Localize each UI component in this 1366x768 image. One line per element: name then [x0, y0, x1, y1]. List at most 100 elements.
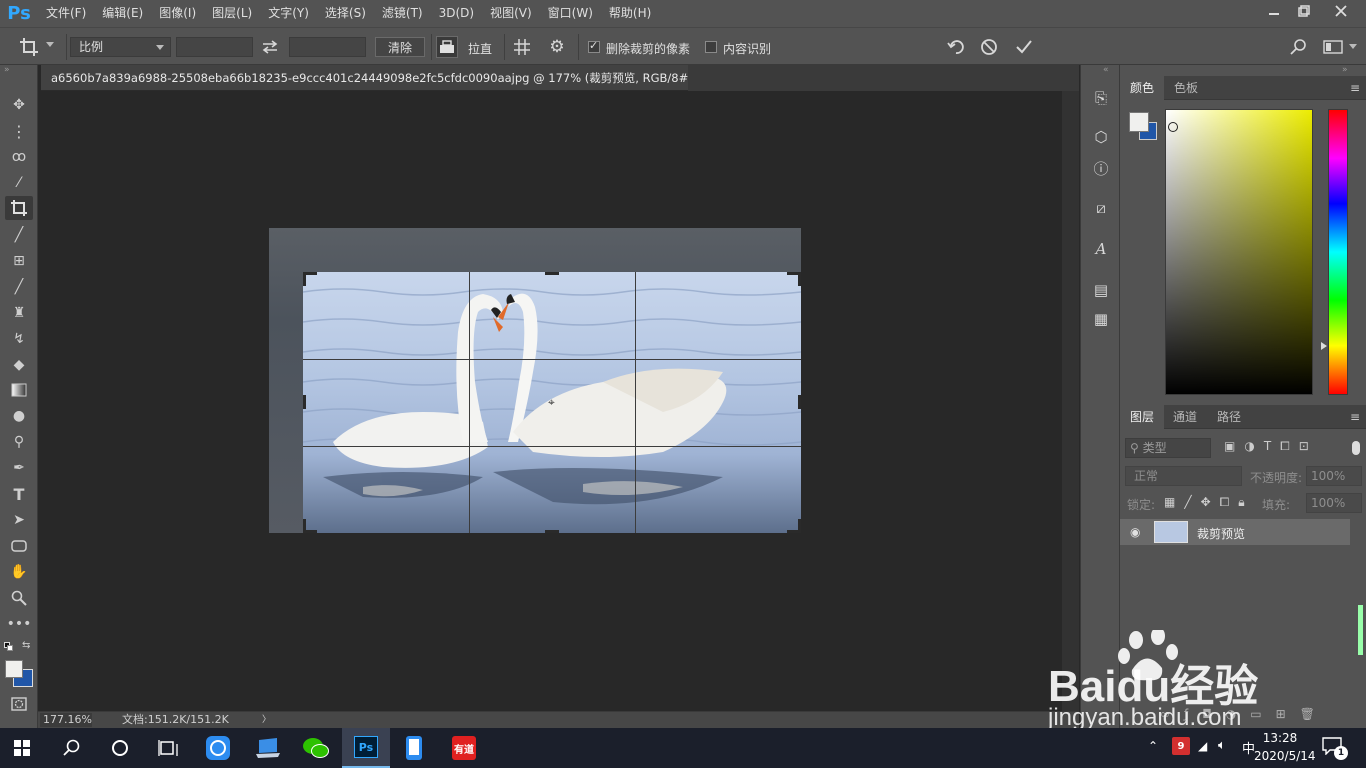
pen-tool[interactable]: ✒: [5, 456, 33, 480]
swap-colors-icon[interactable]: ⇆: [22, 640, 30, 651]
clear-button[interactable]: 清除: [375, 37, 425, 57]
opacity-field[interactable]: 100%: [1306, 466, 1362, 486]
notes-panel-button[interactable]: ▦: [1090, 308, 1112, 330]
type-filter-icon[interactable]: T: [1264, 439, 1280, 453]
commit-crop-button[interactable]: [1013, 36, 1035, 58]
dodge-tool[interactable]: ⚲: [5, 430, 33, 454]
layer-row[interactable]: ◉ 裁剪预览: [1120, 519, 1350, 545]
cortana-button[interactable]: [104, 732, 136, 764]
tab-color[interactable]: 颜色: [1120, 76, 1165, 100]
menu-filter[interactable]: 滤镜(T): [374, 0, 431, 27]
blend-mode-select[interactable]: 正常: [1125, 466, 1242, 486]
hue-slider[interactable]: [1328, 109, 1348, 395]
history-panel-button[interactable]: ⎘: [1090, 87, 1112, 109]
start-button[interactable]: [6, 732, 38, 764]
collapse-icon[interactable]: »: [1342, 65, 1348, 75]
status-menu-arrow[interactable]: 〉: [262, 712, 271, 728]
app-laptop-button[interactable]: [252, 732, 284, 764]
fill-field[interactable]: 100%: [1306, 493, 1362, 513]
menu-window[interactable]: 窗口(W): [540, 0, 601, 27]
marquee-tool[interactable]: ⋮: [5, 119, 33, 143]
shape-tool[interactable]: [5, 534, 33, 558]
reset-crop-button[interactable]: [945, 36, 967, 58]
document-tab[interactable]: a6560b7a839a6988-25508eba66b18235-e9ccc4…: [41, 65, 688, 91]
photoshop-taskbar-active[interactable]: Ps: [342, 728, 390, 768]
task-view-button[interactable]: [152, 732, 184, 764]
layer-name[interactable]: 裁剪预览: [1197, 525, 1245, 542]
tray-expand-icon[interactable]: ⌃: [1148, 739, 1158, 753]
gradient-tool[interactable]: [5, 378, 33, 402]
search-button[interactable]: [56, 732, 88, 764]
image-filter-icon[interactable]: ▣: [1224, 439, 1244, 453]
color-swatches[interactable]: [1129, 112, 1157, 140]
menu-edit[interactable]: 编辑(E): [94, 0, 151, 27]
menu-view[interactable]: 视图(V): [482, 0, 540, 27]
canvas-area[interactable]: ⌖: [41, 91, 1062, 711]
app-360-button[interactable]: [202, 732, 234, 764]
overlay-options-button[interactable]: [511, 36, 533, 58]
tab-swatches[interactable]: 色板: [1164, 76, 1208, 100]
move-tool[interactable]: ✥: [5, 93, 33, 117]
crop-handle-top-right-v[interactable]: [798, 272, 801, 286]
shape-filter-icon[interactable]: ⧠: [1280, 439, 1299, 453]
lasso-tool[interactable]: ꝏ: [5, 145, 33, 169]
panel-menu-icon[interactable]: ≡: [1350, 410, 1360, 424]
minimize-button[interactable]: [1257, 0, 1291, 22]
width-field[interactable]: [176, 37, 253, 57]
lock-all-icon[interactable]: 🔒︎: [1238, 495, 1253, 509]
more-tools[interactable]: •••: [5, 612, 33, 636]
path-selection-tool[interactable]: ➤: [5, 508, 33, 532]
default-colors-icon[interactable]: [4, 642, 14, 652]
delete-cropped-checkbox[interactable]: [588, 39, 600, 53]
cancel-crop-button[interactable]: [978, 36, 1000, 58]
ime-icon[interactable]: 9: [1172, 737, 1190, 755]
crop-handle-left[interactable]: [303, 395, 306, 409]
close-window-button[interactable]: [1324, 0, 1358, 22]
filter-toggle[interactable]: [1352, 441, 1360, 455]
crop-preview-image[interactable]: ⌖: [303, 272, 801, 533]
eye-icon[interactable]: ◉: [1130, 525, 1140, 539]
crop-tool[interactable]: [5, 196, 33, 220]
history-brush-tool[interactable]: ↯: [5, 327, 33, 351]
straighten-button[interactable]: [436, 36, 458, 58]
brush-tool[interactable]: ╱: [5, 275, 33, 299]
lock-transparency-icon[interactable]: ▦: [1164, 495, 1184, 509]
crop-tool-preset-button[interactable]: [18, 36, 40, 58]
paragraph-panel-button[interactable]: ▤: [1090, 279, 1112, 301]
clone-stamp-tool[interactable]: ♜: [5, 301, 33, 325]
crop-handle-right[interactable]: [798, 395, 801, 409]
lock-position-icon[interactable]: ✥: [1201, 495, 1220, 509]
crop-handle-bottom-left-v[interactable]: [303, 519, 306, 533]
menu-3d[interactable]: 3D(D): [431, 0, 482, 27]
properties-panel-button[interactable]: ⧄: [1090, 197, 1112, 219]
smart-object-filter-icon[interactable]: ⊡: [1299, 439, 1318, 453]
workspace-button[interactable]: [1322, 36, 1344, 58]
crop-handle-top-left-v[interactable]: [303, 272, 306, 286]
magic-wand-tool[interactable]: ⁄: [5, 171, 33, 195]
layer-filter-select[interactable]: ⚲ 类型: [1125, 438, 1211, 458]
vertical-scrollbar[interactable]: [1062, 91, 1079, 711]
color-picker-cursor[interactable]: [1168, 122, 1178, 132]
collapse-icon[interactable]: «: [1103, 65, 1109, 75]
chevron-down-icon[interactable]: [1349, 44, 1357, 49]
eyedropper-tool[interactable]: ╱: [5, 223, 33, 247]
scrollbar-thumb[interactable]: [1358, 605, 1363, 655]
chevron-down-icon[interactable]: [46, 42, 54, 47]
crop-handle-bottom-right-v[interactable]: [798, 519, 801, 533]
tab-channels[interactable]: 通道: [1163, 405, 1207, 429]
lock-artboard-icon[interactable]: ⧠: [1220, 495, 1239, 509]
menu-select[interactable]: 选择(S): [317, 0, 374, 27]
quick-mask-button[interactable]: [5, 692, 33, 716]
search-button[interactable]: [1288, 36, 1310, 58]
crop-settings-button[interactable]: ⚙: [546, 36, 568, 58]
wifi-icon[interactable]: ◢: [1198, 739, 1207, 753]
menu-file[interactable]: 文件(F): [38, 0, 94, 27]
content-aware-checkbox[interactable]: [705, 41, 717, 53]
zoom-tool[interactable]: [5, 586, 33, 610]
lock-icons[interactable]: ▦╱✥⧠🔒︎: [1164, 495, 1254, 510]
youdao-button[interactable]: 有道: [448, 732, 480, 764]
menu-help[interactable]: 帮助(H): [601, 0, 659, 27]
healing-brush-tool[interactable]: ⊞: [5, 249, 33, 273]
clock-date[interactable]: 2020/5/14: [1254, 749, 1316, 763]
color-field[interactable]: [1165, 109, 1313, 395]
